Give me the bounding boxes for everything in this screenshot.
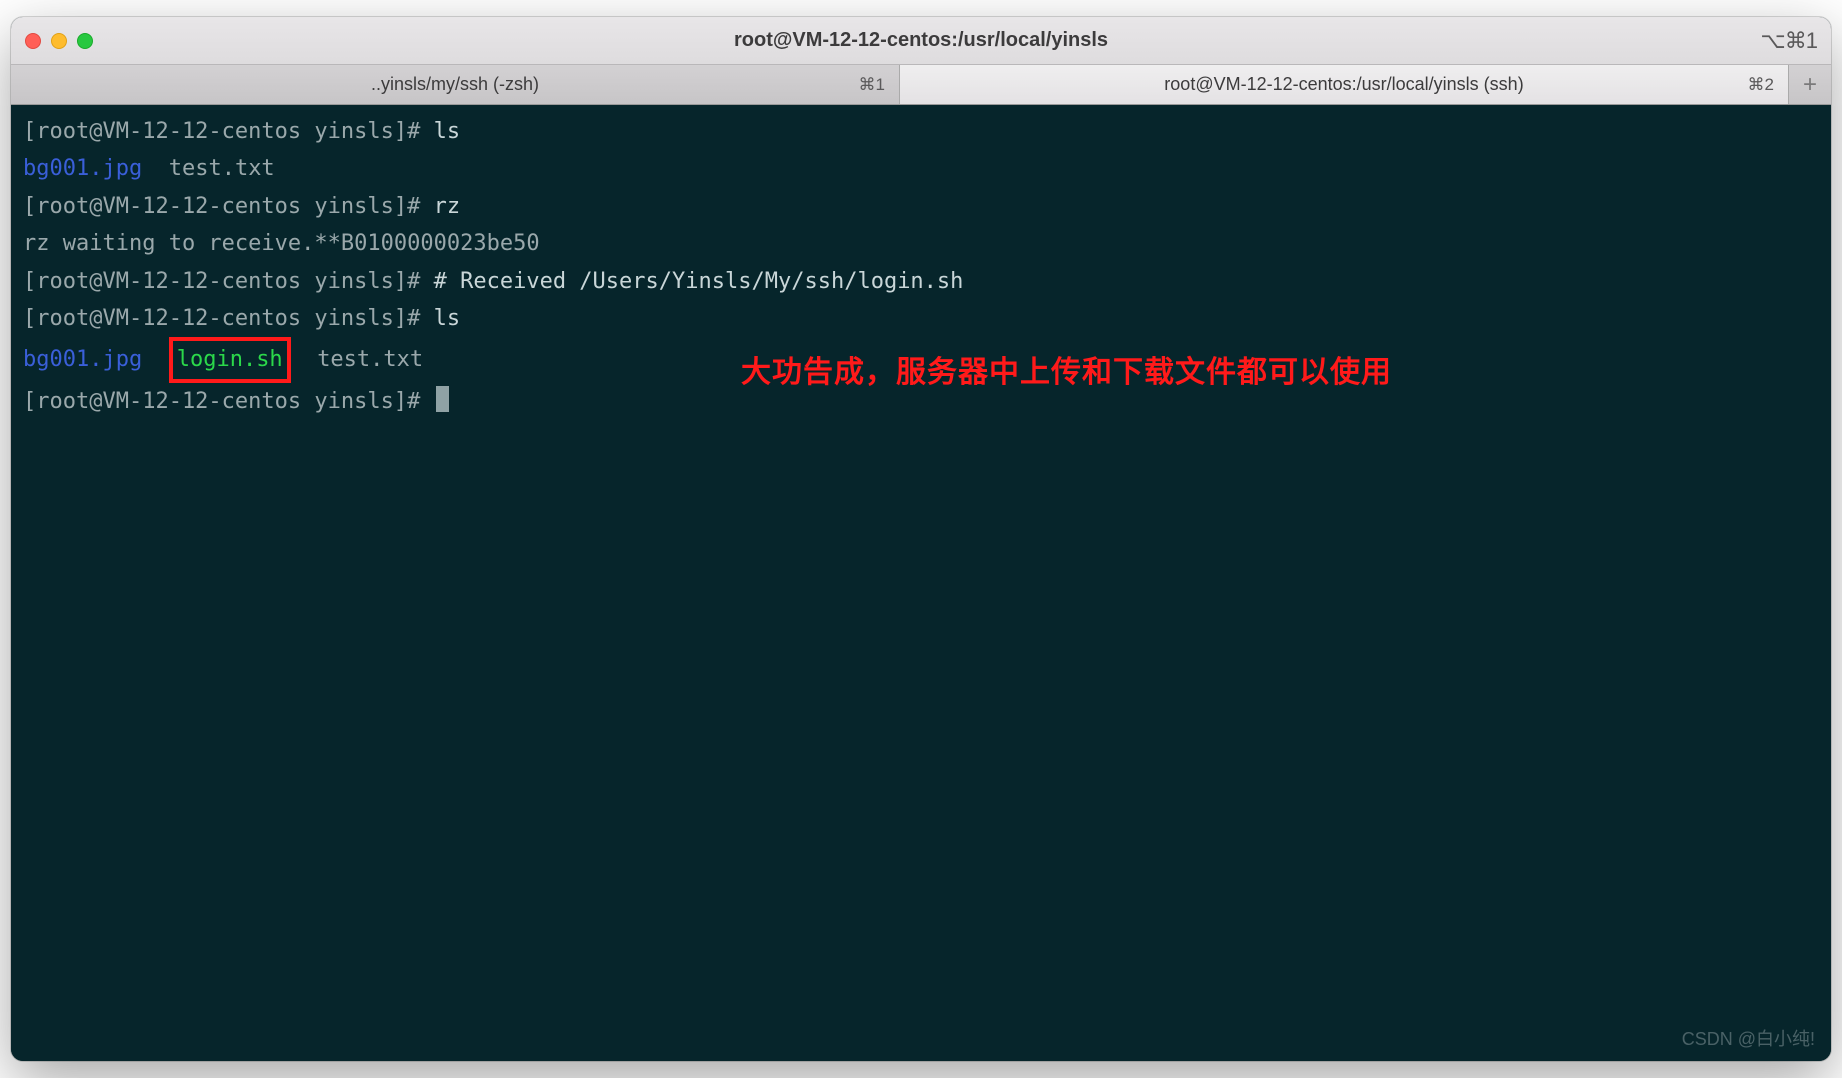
terminal-line: rz waiting to receive.**B0100000023be50 xyxy=(23,225,1819,262)
terminal-line: [root@VM-12-12-centos yinsls]# # Receive… xyxy=(23,263,1819,300)
command-text: # Received /Users/Yinsls/My/ssh/login.sh xyxy=(434,269,964,294)
terminal-window: root@VM-12-12-centos:/usr/local/yinsls ⌥… xyxy=(11,17,1831,1061)
traffic-lights xyxy=(25,33,93,49)
file-name: test.txt xyxy=(317,347,423,372)
tab-2[interactable]: root@VM-12-12-centos:/usr/local/yinsls (… xyxy=(900,65,1789,104)
terminal-line: [root@VM-12-12-centos yinsls]# rz xyxy=(23,188,1819,225)
file-name: login.sh xyxy=(177,347,283,372)
terminal-body[interactable]: [root@VM-12-12-centos yinsls]# lsbg001.j… xyxy=(11,105,1831,1061)
watermark: CSDN @白小纯! xyxy=(1682,1024,1815,1055)
minimize-button[interactable] xyxy=(51,33,67,49)
terminal-line: [root@VM-12-12-centos yinsls]# ls xyxy=(23,300,1819,337)
command-text: rz xyxy=(434,194,461,219)
window-title: root@VM-12-12-centos:/usr/local/yinsls xyxy=(734,29,1108,52)
cursor xyxy=(436,386,449,412)
close-button[interactable] xyxy=(25,33,41,49)
tab-label: root@VM-12-12-centos:/usr/local/yinsls (… xyxy=(1164,74,1523,95)
file-name: bg001.jpg xyxy=(23,347,142,372)
prompt: [root@VM-12-12-centos yinsls]# xyxy=(23,194,434,219)
command-text: ls xyxy=(434,306,461,331)
tab-1[interactable]: ..yinsls/my/ssh (-zsh) ⌘1 xyxy=(11,65,900,104)
new-tab-button[interactable]: + xyxy=(1789,65,1831,104)
terminal-line: bg001.jpg test.txt xyxy=(23,150,1819,187)
tab-shortcut: ⌘1 xyxy=(859,75,885,95)
prompt: [root@VM-12-12-centos yinsls]# xyxy=(23,269,434,294)
terminal-line: [root@VM-12-12-centos yinsls]# ls xyxy=(23,113,1819,150)
prompt: [root@VM-12-12-centos yinsls]# xyxy=(23,119,434,144)
maximize-button[interactable] xyxy=(77,33,93,49)
tab-shortcut: ⌘2 xyxy=(1748,75,1774,95)
tab-label: ..yinsls/my/ssh (-zsh) xyxy=(371,74,539,95)
file-name: bg001.jpg xyxy=(23,156,142,181)
annotation-text: 大功告成，服务器中上传和下载文件都可以使用 xyxy=(741,347,1392,398)
tabbar: ..yinsls/my/ssh (-zsh) ⌘1 root@VM-12-12-… xyxy=(11,65,1831,105)
command-text: ls xyxy=(434,119,461,144)
highlight-box: login.sh xyxy=(169,337,291,382)
titlebar-shortcut: ⌥⌘1 xyxy=(1760,28,1817,54)
prompt: [root@VM-12-12-centos yinsls]# xyxy=(23,306,434,331)
titlebar: root@VM-12-12-centos:/usr/local/yinsls ⌥… xyxy=(11,17,1831,65)
prompt: [root@VM-12-12-centos yinsls]# xyxy=(23,389,434,414)
file-name: test.txt xyxy=(169,156,275,181)
